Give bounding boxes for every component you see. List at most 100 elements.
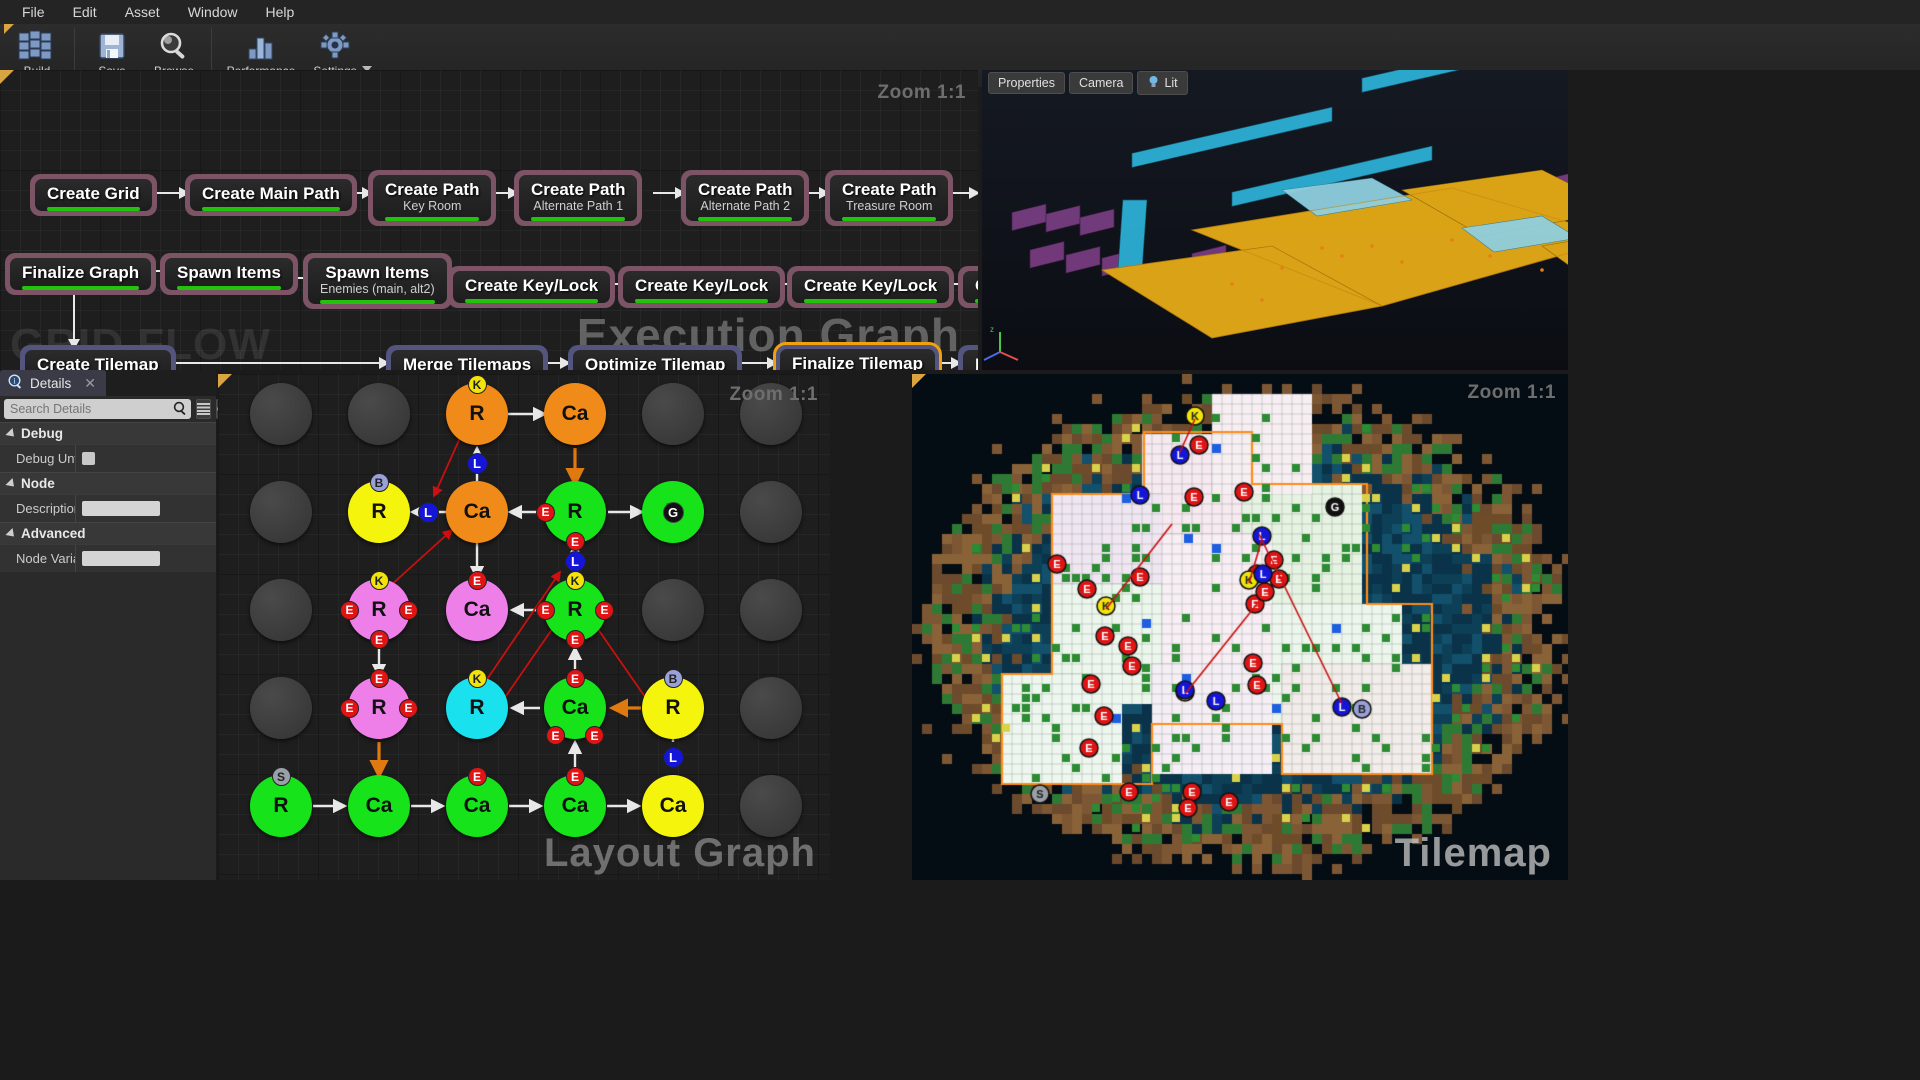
menu-item-file[interactable]: File — [8, 2, 59, 22]
layout-node[interactable]: Ca — [348, 775, 410, 837]
tilemap-panel[interactable]: Zoom 1:1 Tilemap — [912, 374, 1568, 880]
menu-item-asset[interactable]: Asset — [111, 2, 174, 22]
details-row-label: Description — [16, 501, 75, 516]
menu-item-window[interactable]: Window — [174, 2, 252, 22]
layout-node[interactable]: RK — [446, 375, 508, 445]
layout-node[interactable]: RS — [250, 767, 312, 837]
exec-node-title: Finalize Tilemap — [792, 354, 924, 370]
layout-node[interactable]: Ca E — [446, 571, 508, 641]
exec-node[interactable]: Create Tilemap — [20, 345, 176, 370]
layout-node[interactable]: Ca — [446, 481, 508, 543]
layout-node-empty[interactable] — [642, 383, 704, 445]
layout-node-empty[interactable] — [740, 481, 802, 543]
exec-node-title: C — [975, 275, 978, 296]
exec-node-title: Create Main Path — [202, 184, 340, 203]
exec-node[interactable]: Finalize Graph — [5, 253, 157, 295]
exec-node-status-bar — [531, 217, 626, 221]
search-icon[interactable] — [173, 401, 188, 421]
node-badge-b: B — [663, 669, 683, 688]
exec-node[interactable]: C — [958, 266, 978, 308]
layout-node-empty[interactable] — [740, 775, 802, 837]
exec-node[interactable]: Create Path Alternate Path 2 — [681, 170, 810, 226]
layout-node[interactable]: RK — [446, 669, 508, 739]
search-input[interactable] — [4, 399, 191, 419]
layout-node[interactable]: RKEEE — [536, 571, 614, 649]
layout-node[interactable]: REE — [536, 481, 606, 551]
exec-node-subtitle: Alternate Path 1 — [533, 199, 624, 213]
exec-node[interactable]: Spawn Items Enemies (main, alt2) — [303, 253, 452, 309]
layout-node-empty[interactable] — [348, 383, 410, 445]
exec-node[interactable]: Create Path Key Room — [368, 170, 497, 226]
layout-node-label: R — [469, 696, 485, 719]
exec-node[interactable]: Create Main Path — [185, 174, 357, 216]
layout-node[interactable]: Ca E — [446, 767, 508, 837]
exec-node[interactable]: Create Key/Lock — [618, 266, 786, 308]
layout-node-label: Ca — [561, 696, 589, 719]
exec-node-title: Create Key/Lock — [804, 276, 938, 295]
details-section-advanced[interactable]: Advanced — [0, 522, 216, 544]
node-badge-k: K — [369, 571, 389, 590]
exec-node[interactable]: Spawn Items — [160, 253, 298, 295]
viewport-camera-button[interactable]: Camera — [1068, 72, 1134, 94]
details-text-field[interactable] — [82, 551, 160, 566]
layout-node-empty[interactable] — [250, 383, 312, 445]
details-section-node[interactable]: Node — [0, 472, 216, 494]
layout-node[interactable]: Ca — [544, 383, 606, 445]
layout-node[interactable]: RKEEE — [340, 571, 418, 649]
layout-node-empty[interactable] — [740, 677, 802, 739]
node-badge-e: E — [565, 767, 585, 786]
goal-marker: G — [662, 501, 684, 523]
exec-node-subtitle: Alternate Path 2 — [700, 199, 791, 213]
details-checkbox[interactable] — [82, 452, 95, 465]
execution-graph-panel[interactable]: Zoom 1:1 GRID FLOW Execution Graph — [0, 70, 978, 370]
details-row-control — [75, 545, 216, 572]
layout-node-label: R — [567, 598, 583, 621]
exec-node[interactable]: Create Path Alternate Path 1 — [514, 170, 643, 226]
layout-node[interactable]: Ca E — [544, 767, 606, 837]
tab-details-label: Details — [30, 375, 72, 391]
tilemap-render — [912, 374, 1568, 880]
menu-item-edit[interactable]: Edit — [59, 2, 111, 22]
exec-node[interactable]: Create Key/Lock — [787, 266, 955, 308]
layout-node-empty[interactable] — [642, 579, 704, 641]
details-row: Debug Unwalkable Cells — [0, 444, 216, 472]
layout-node[interactable]: REEE — [340, 669, 418, 739]
menu-item-help[interactable]: Help — [252, 2, 309, 22]
exec-node[interactable]: R — [958, 345, 978, 370]
svg-text:z: z — [990, 325, 994, 334]
exec-node[interactable]: Create Path Treasure Room — [825, 170, 954, 226]
layout-graph-panel[interactable]: Zoom 1:1 Layout Graph RKCaRBCaREERRKEEEC… — [218, 374, 830, 880]
empty-region-bottom — [0, 880, 1920, 1080]
layout-node[interactable]: RB — [348, 473, 410, 543]
viewport-properties-button[interactable]: Properties — [988, 72, 1065, 94]
exec-node[interactable]: Create Key/Lock — [448, 266, 616, 308]
layout-node[interactable]: RB — [642, 669, 704, 739]
layout-node-empty[interactable] — [250, 579, 312, 641]
layout-node[interactable]: Ca E E E — [544, 669, 606, 745]
lightbulb-icon — [1147, 75, 1160, 91]
exec-node-status-bar — [975, 299, 978, 303]
node-badge-e: E — [585, 726, 604, 745]
exec-node-status-bar — [465, 299, 599, 303]
grid-view-icon[interactable] — [196, 399, 211, 419]
details-search-row — [0, 396, 236, 422]
lock-marker: L — [564, 550, 586, 572]
layout-node-empty[interactable] — [250, 481, 312, 543]
viewport-lit-button[interactable]: Lit — [1137, 71, 1188, 95]
node-badge-e: E — [565, 630, 585, 649]
layout-node-empty[interactable] — [250, 677, 312, 739]
details-section-debug[interactable]: Debug — [0, 422, 216, 444]
exec-node[interactable]: Finalize Tilemap — [772, 342, 943, 370]
tab-details[interactable]: i Details ✕ — [0, 370, 106, 396]
layout-node[interactable]: Ca — [642, 775, 704, 837]
details-text-field[interactable] — [82, 501, 160, 516]
close-icon[interactable]: ✕ — [84, 375, 96, 392]
exec-node[interactable]: Merge Tilemaps — [386, 345, 549, 370]
layout-node-empty[interactable] — [740, 579, 802, 641]
exec-node-subtitle: Key Room — [403, 199, 462, 213]
details-row-control — [75, 445, 216, 472]
layout-node-label: Ca — [463, 598, 491, 621]
exec-node[interactable]: Optimize Tilemap — [568, 345, 743, 370]
search-input-wrapper — [4, 399, 191, 419]
exec-node[interactable]: Create Grid — [30, 174, 157, 216]
